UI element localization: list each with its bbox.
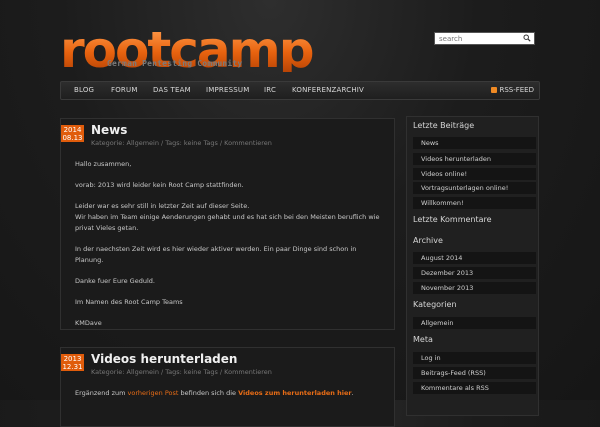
sidebar-heading-recent-posts: Letzte Beiträge	[413, 121, 475, 130]
sidebar-heading-categories: Kategorien	[413, 300, 457, 309]
sidebar-item-archive[interactable]: November 2013	[413, 282, 536, 294]
post-meta: Kategorie: Allgemein / Tags: keine Tags …	[91, 139, 272, 147]
post-body: Hallo zusammen, vorab: 2013 wird leider …	[75, 159, 385, 339]
post-text: befinden sich die	[178, 389, 239, 397]
nav-blog[interactable]: BLOG	[74, 86, 94, 94]
post-paragraph: Wir haben im Team einige Aenderungen geh…	[75, 213, 380, 232]
post-date-year: 2013	[63, 355, 82, 363]
rss-feed-label: RSS-FEED	[499, 86, 534, 94]
nav-forum[interactable]: FORUM	[111, 86, 138, 94]
site-logo[interactable]: rootcamp German Pentesting Community	[60, 25, 320, 75]
post-meta: Kategorie: Allgemein / Tags: keine Tags …	[91, 368, 272, 376]
post-paragraph: vorab: 2013 wird leider kein Root Camp s…	[75, 181, 244, 189]
post-paragraph: Im Namen des Root Camp Teams	[75, 298, 183, 306]
sidebar-item-recent-post[interactable]: Videos online!	[413, 168, 536, 180]
post-title[interactable]: News	[91, 123, 127, 137]
nav-konferenzarchiv[interactable]: KONFERENZARCHIV	[292, 86, 364, 94]
post-text: .	[351, 389, 354, 397]
rss-icon	[491, 87, 498, 93]
search-box	[434, 32, 535, 45]
sidebar-heading-recent-comments: Letzte Kommentare	[413, 215, 492, 224]
post-date-year: 2014	[63, 126, 82, 134]
post-date-day: 08.13	[62, 134, 83, 142]
post-paragraph: In der naechsten Zeit wird es hier wiede…	[75, 245, 357, 264]
sidebar-item-meta[interactable]: Beitrags-Feed (RSS)	[413, 367, 536, 379]
post-paragraph: Leider war es sehr still in letzter Zeit…	[75, 202, 250, 210]
sidebar: Letzte Beiträge News Videos herunterlade…	[406, 116, 539, 416]
post-news: 2014 08.13 News Kategorie: Allgemein / T…	[60, 118, 395, 330]
post-body: Ergänzend zum vorherigen Post befinden s…	[75, 388, 385, 399]
sidebar-item-category[interactable]: Allgemein	[413, 317, 536, 329]
post-date-badge: 2014 08.13	[61, 125, 84, 142]
sidebar-item-meta[interactable]: Kommentare als RSS	[413, 382, 536, 394]
main-nav: BLOG FORUM DAS TEAM IMPRESSUM IRC KONFER…	[60, 81, 540, 100]
post-date-badge: 2013 12.31	[61, 354, 84, 371]
search-icon[interactable]	[523, 34, 531, 42]
videos-download-link[interactable]: Videos zum herunterladen hier	[238, 389, 352, 397]
previous-post-link[interactable]: vorherigen Post	[128, 389, 179, 397]
post-paragraph: KMDave	[75, 319, 102, 327]
nav-impressum[interactable]: IMPRESSUM	[206, 86, 249, 94]
post-paragraph: Hallo zusammen,	[75, 160, 132, 168]
post-videos-herunterladen: 2013 12.31 Videos herunterladen Kategori…	[60, 347, 395, 427]
post-date-day: 12.31	[62, 363, 83, 371]
search-input[interactable]	[435, 33, 523, 44]
rss-feed-link[interactable]: RSS-FEED	[491, 86, 534, 94]
sidebar-item-archive[interactable]: Dezember 2013	[413, 267, 536, 279]
sidebar-item-meta[interactable]: Log in	[413, 352, 536, 364]
post-title[interactable]: Videos herunterladen	[91, 352, 237, 366]
sidebar-item-recent-post[interactable]: News	[413, 137, 536, 149]
post-paragraph: Danke fuer Eure Geduld.	[75, 277, 155, 285]
sidebar-item-recent-post[interactable]: Vortragsunterlagen online!	[413, 182, 536, 194]
nav-irc[interactable]: IRC	[264, 86, 276, 94]
sidebar-heading-archive: Archive	[413, 236, 443, 245]
post-text: Ergänzend zum	[75, 389, 128, 397]
sidebar-item-archive[interactable]: August 2014	[413, 252, 536, 264]
logo-subtitle: German Pentesting Community	[107, 59, 243, 68]
sidebar-heading-meta: Meta	[413, 335, 433, 344]
nav-das-team[interactable]: DAS TEAM	[153, 86, 191, 94]
sidebar-item-recent-post[interactable]: Willkommen!	[413, 197, 536, 209]
sidebar-item-recent-post[interactable]: Videos herunterladen	[413, 153, 536, 165]
